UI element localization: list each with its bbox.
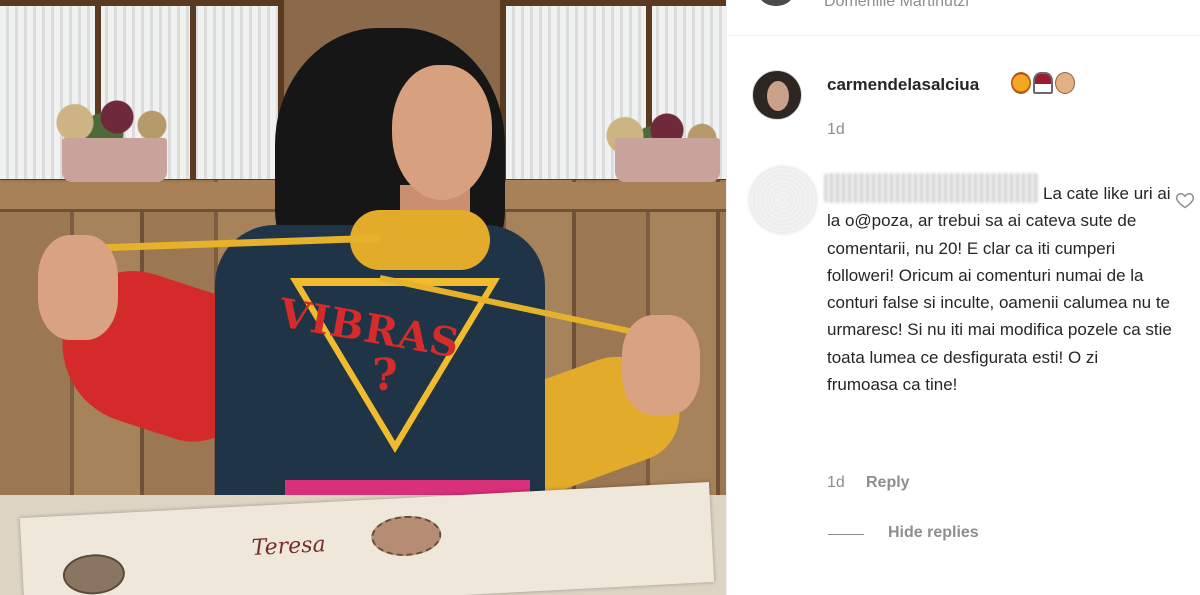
avatar[interactable] bbox=[759, 0, 793, 6]
face bbox=[392, 65, 492, 200]
ok-hand-emoji-icon bbox=[1055, 72, 1075, 94]
heart-outline-icon[interactable] bbox=[1175, 190, 1195, 210]
menu-logo bbox=[61, 552, 126, 595]
hide-replies-button[interactable]: Hide replies bbox=[888, 524, 979, 542]
fire-emoji-icon bbox=[1011, 72, 1031, 94]
previous-comment-strip: Domeniile Martinutzi bbox=[727, 0, 1200, 36]
reply-button[interactable]: Reply bbox=[866, 474, 910, 492]
flower-pot-right bbox=[615, 138, 720, 182]
menu-seal bbox=[370, 514, 443, 558]
previous-comment-text: Domeniile Martinutzi bbox=[824, 0, 969, 10]
caption-username[interactable]: carmendelasalciua bbox=[827, 75, 979, 95]
menu-title: Teresa bbox=[251, 532, 327, 562]
hoodie-logo-question-mark: ? bbox=[372, 350, 398, 401]
post-photo[interactable]: VIBRAS ? Teresa bbox=[0, 0, 726, 595]
caption-emojis bbox=[1011, 72, 1075, 94]
redacted-avatar[interactable] bbox=[747, 165, 819, 235]
hand-left bbox=[38, 235, 118, 340]
hand-right bbox=[622, 315, 700, 415]
flower-pot-left bbox=[62, 138, 167, 182]
caption-avatar[interactable] bbox=[752, 70, 802, 120]
wine-glass-emoji-icon bbox=[1033, 72, 1053, 94]
reply-comment-text: La cate like uri ai la o@poza, ar trebui… bbox=[827, 184, 1172, 395]
caption-timestamp[interactable]: 1d bbox=[827, 121, 845, 139]
reply-comment-timestamp[interactable]: 1d bbox=[827, 474, 845, 492]
comments-panel: Domeniile Martinutzi carmendelasalciua 1… bbox=[726, 0, 1200, 595]
hide-replies-line bbox=[828, 534, 864, 535]
